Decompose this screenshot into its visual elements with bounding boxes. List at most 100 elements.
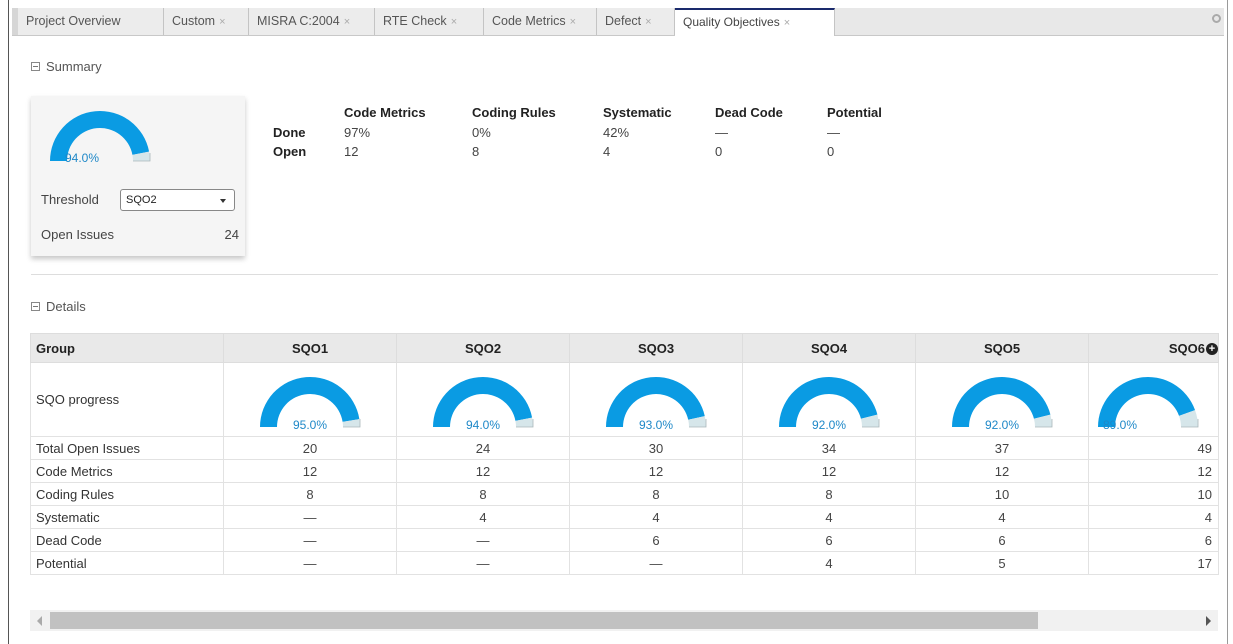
sqo-column-header[interactable]: SQO6 + <box>1088 333 1219 363</box>
table-cell: 17 <box>1088 551 1219 575</box>
row-label: Systematic <box>30 505 224 529</box>
table-cell: 12 <box>223 459 397 483</box>
collapse-summary-icon[interactable] <box>31 62 40 72</box>
details-title: Details <box>46 299 86 314</box>
summary-progress-gauge <box>50 110 151 162</box>
collapse-details-icon[interactable] <box>31 302 40 312</box>
table-cell: 12 <box>569 459 743 483</box>
table-row[interactable]: Coding Rules 8 8 8 8 10 10 <box>30 482 1219 506</box>
sqo-column-label: SQO3 <box>637 340 675 356</box>
row-label: Dead Code <box>30 528 224 552</box>
row-label: Coding Rules <box>30 482 224 506</box>
open-issues-label: Open Issues <box>41 227 114 242</box>
sqo-column-label: SQO1 <box>291 340 329 356</box>
threshold-select[interactable]: SQO2 <box>120 189 235 211</box>
table-cell: 10 <box>1088 482 1219 506</box>
panel-options-icon[interactable] <box>1212 14 1221 23</box>
tab-quality-objectives[interactable]: Quality Objectives × <box>675 8 835 36</box>
table-cell: 8 <box>569 482 743 506</box>
sqo-column-label: SQO5 <box>983 340 1021 356</box>
table-cell: 12 <box>396 459 570 483</box>
sqo-column-label: SQO2 <box>464 340 502 356</box>
sqo-progress-value: 95.0% <box>292 418 328 432</box>
row-label: Potential <box>30 551 224 575</box>
table-cell: 8 <box>396 482 570 506</box>
table-row[interactable]: Total Open Issues 20 24 30 34 37 49 <box>30 436 1219 460</box>
threshold-select-value: SQO2 <box>126 194 157 206</box>
table-cell: 12 <box>742 459 916 483</box>
table-row[interactable]: Potential — — —4 5 17 <box>30 551 1219 575</box>
table-cell: 10 <box>915 482 1089 506</box>
summary-column-header: Code Metrics <box>344 105 426 120</box>
tab-defect[interactable]: Defect × <box>597 8 675 35</box>
tab-custom[interactable]: Custom × <box>164 8 249 35</box>
scroll-left-icon[interactable] <box>37 616 42 626</box>
table-cell: 4 <box>396 505 570 529</box>
sqo-column-header[interactable]: SQO5 <box>915 333 1089 363</box>
summary-cell: 0% <box>472 125 491 140</box>
close-tab-icon[interactable]: × <box>219 16 225 28</box>
summary-column-header: Dead Code <box>715 105 783 120</box>
close-tab-icon[interactable]: × <box>570 16 576 28</box>
sqo-progress-value: 92.0% <box>811 418 847 432</box>
table-cell: 5 <box>915 551 1089 575</box>
section-divider <box>31 274 1218 275</box>
summary-header-blank <box>273 105 344 125</box>
tab-misra-c-2004[interactable]: MISRA C:2004 × <box>249 8 375 35</box>
summary-title: Summary <box>46 59 102 74</box>
table-cell: — <box>396 551 570 575</box>
table-row[interactable]: Dead Code — —6 6 6 6 <box>30 528 1219 552</box>
sqo-progress-cell: 94.0% <box>396 362 570 437</box>
table-cell: 37 <box>915 436 1089 460</box>
summary-cell: — <box>715 125 728 140</box>
details-section-header[interactable]: Details <box>31 299 86 314</box>
table-cell: 6 <box>915 528 1089 552</box>
sqo-column-header[interactable]: SQO2 <box>396 333 570 363</box>
open-issues-value: 24 <box>224 227 239 242</box>
expand-column-icon[interactable]: + <box>1206 343 1218 356</box>
scroll-right-icon[interactable] <box>1206 616 1211 626</box>
tab-project-overview[interactable]: Project Overview <box>18 8 164 35</box>
threshold-label: Threshold <box>41 192 99 207</box>
summary-section-header[interactable]: Summary <box>31 59 102 74</box>
table-cell: — <box>396 528 570 552</box>
details-table: Group SQO1 SQO2 SQO3 SQO4 SQO5 SQO6 + SQO progre… <box>30 333 1219 575</box>
summary-cell: 12 <box>344 144 359 159</box>
tab-label: Code Metrics <box>492 14 566 28</box>
horizontal-scrollbar[interactable] <box>30 610 1218 631</box>
summary-column-header: Systematic <box>603 105 672 120</box>
table-cell: 20 <box>223 436 397 460</box>
sqo-progress-cell: 89.0% <box>1088 362 1219 437</box>
sqo-column-label: SQO4 <box>810 340 848 356</box>
tab-label: RTE Check <box>383 14 447 28</box>
table-cell: — <box>223 528 397 552</box>
tab-label: MISRA C:2004 <box>257 14 340 28</box>
table-cell: — <box>223 505 397 529</box>
sqo-column-header[interactable]: SQO4 <box>742 333 916 363</box>
table-row[interactable]: Code Metrics 12 12 12 12 12 12 <box>30 459 1219 483</box>
dropdown-arrow-icon <box>220 199 226 203</box>
row-label: Total Open Issues <box>30 436 224 460</box>
sqo-progress-cell: 92.0% <box>742 362 916 437</box>
table-cell: 12 <box>1088 459 1219 483</box>
sqo-column-header[interactable]: SQO1 <box>223 333 397 363</box>
tab-rte-check[interactable]: RTE Check × <box>375 8 484 35</box>
close-tab-icon[interactable]: × <box>344 16 350 28</box>
summary-cell: 97% <box>344 125 371 140</box>
scrollbar-thumb[interactable] <box>50 612 1038 629</box>
summary-cell: 42% <box>603 125 630 140</box>
sqo-column-header[interactable]: SQO3 <box>569 333 743 363</box>
tab-label: Project Overview <box>26 14 121 28</box>
tab-code-metrics[interactable]: Code Metrics × <box>484 8 597 35</box>
summary-column-header: Potential <box>827 105 882 120</box>
close-tab-icon[interactable]: × <box>645 16 651 28</box>
summary-cell: 8 <box>472 144 480 159</box>
group-column-header[interactable]: Group <box>30 333 224 363</box>
close-tab-icon[interactable]: × <box>451 16 457 28</box>
sqo-progress-cell: 92.0% <box>915 362 1089 437</box>
sqo-progress-label: SQO progress <box>30 362 224 437</box>
table-row[interactable]: Systematic —4 4 4 4 4 <box>30 505 1219 529</box>
summary-table: Code Metrics Coding Rules Systematic Dead C… <box>273 105 917 163</box>
sqo-progress-value: 94.0% <box>465 418 501 432</box>
close-tab-icon[interactable]: × <box>784 17 790 29</box>
